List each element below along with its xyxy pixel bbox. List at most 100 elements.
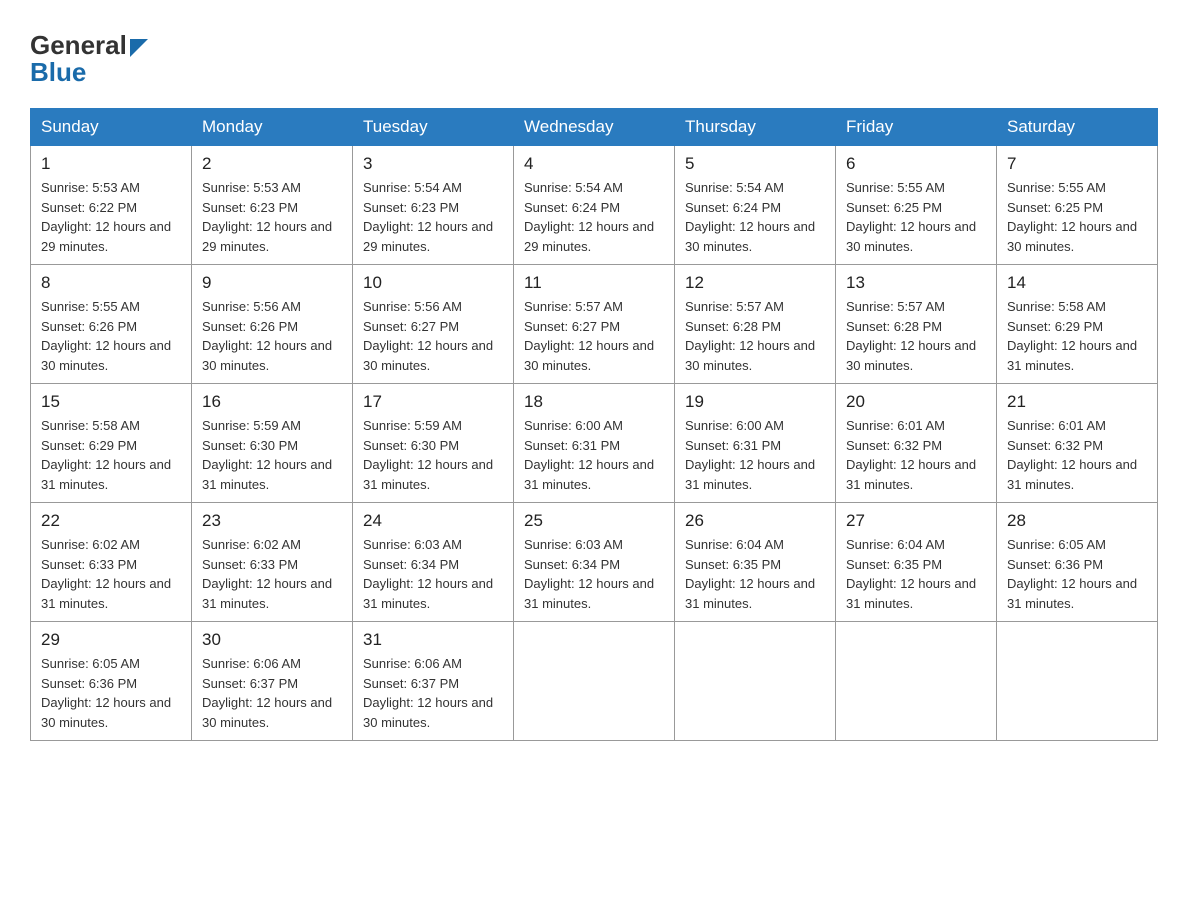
day-detail: Sunrise: 6:06 AM Sunset: 6:37 PM Dayligh… [363,654,503,732]
day-detail: Sunrise: 6:05 AM Sunset: 6:36 PM Dayligh… [1007,535,1147,613]
day-number: 31 [363,630,503,650]
logo-blue-text: Blue [30,57,86,87]
day-number: 16 [202,392,342,412]
calendar-cell: 21 Sunrise: 6:01 AM Sunset: 6:32 PM Dayl… [997,384,1158,503]
day-detail: Sunrise: 5:53 AM Sunset: 6:23 PM Dayligh… [202,178,342,256]
day-detail: Sunrise: 6:01 AM Sunset: 6:32 PM Dayligh… [846,416,986,494]
calendar-cell: 1 Sunrise: 5:53 AM Sunset: 6:22 PM Dayli… [31,146,192,265]
day-detail: Sunrise: 5:59 AM Sunset: 6:30 PM Dayligh… [202,416,342,494]
calendar-cell: 29 Sunrise: 6:05 AM Sunset: 6:36 PM Dayl… [31,622,192,741]
calendar-cell: 4 Sunrise: 5:54 AM Sunset: 6:24 PM Dayli… [514,146,675,265]
calendar-cell [514,622,675,741]
day-number: 22 [41,511,181,531]
calendar-cell: 23 Sunrise: 6:02 AM Sunset: 6:33 PM Dayl… [192,503,353,622]
day-number: 30 [202,630,342,650]
day-number: 23 [202,511,342,531]
calendar-cell: 2 Sunrise: 5:53 AM Sunset: 6:23 PM Dayli… [192,146,353,265]
calendar-week-5: 29 Sunrise: 6:05 AM Sunset: 6:36 PM Dayl… [31,622,1158,741]
day-detail: Sunrise: 5:54 AM Sunset: 6:24 PM Dayligh… [524,178,664,256]
day-number: 5 [685,154,825,174]
col-header-friday: Friday [836,109,997,146]
day-number: 2 [202,154,342,174]
day-number: 7 [1007,154,1147,174]
day-detail: Sunrise: 5:55 AM Sunset: 6:26 PM Dayligh… [41,297,181,375]
calendar-cell: 12 Sunrise: 5:57 AM Sunset: 6:28 PM Dayl… [675,265,836,384]
day-detail: Sunrise: 5:59 AM Sunset: 6:30 PM Dayligh… [363,416,503,494]
day-number: 15 [41,392,181,412]
day-detail: Sunrise: 5:55 AM Sunset: 6:25 PM Dayligh… [846,178,986,256]
day-detail: Sunrise: 6:06 AM Sunset: 6:37 PM Dayligh… [202,654,342,732]
calendar-cell: 10 Sunrise: 5:56 AM Sunset: 6:27 PM Dayl… [353,265,514,384]
calendar-cell: 8 Sunrise: 5:55 AM Sunset: 6:26 PM Dayli… [31,265,192,384]
day-number: 1 [41,154,181,174]
calendar-week-3: 15 Sunrise: 5:58 AM Sunset: 6:29 PM Dayl… [31,384,1158,503]
logo-arrow-icon [130,39,148,57]
day-number: 4 [524,154,664,174]
calendar-cell: 31 Sunrise: 6:06 AM Sunset: 6:37 PM Dayl… [353,622,514,741]
calendar-cell: 19 Sunrise: 6:00 AM Sunset: 6:31 PM Dayl… [675,384,836,503]
day-detail: Sunrise: 6:03 AM Sunset: 6:34 PM Dayligh… [524,535,664,613]
day-number: 20 [846,392,986,412]
day-detail: Sunrise: 6:00 AM Sunset: 6:31 PM Dayligh… [685,416,825,494]
calendar-cell: 25 Sunrise: 6:03 AM Sunset: 6:34 PM Dayl… [514,503,675,622]
col-header-wednesday: Wednesday [514,109,675,146]
calendar-cell [675,622,836,741]
day-detail: Sunrise: 5:58 AM Sunset: 6:29 PM Dayligh… [41,416,181,494]
day-number: 13 [846,273,986,293]
day-detail: Sunrise: 5:56 AM Sunset: 6:27 PM Dayligh… [363,297,503,375]
calendar-cell: 17 Sunrise: 5:59 AM Sunset: 6:30 PM Dayl… [353,384,514,503]
calendar-cell: 16 Sunrise: 5:59 AM Sunset: 6:30 PM Dayl… [192,384,353,503]
day-detail: Sunrise: 6:02 AM Sunset: 6:33 PM Dayligh… [41,535,181,613]
col-header-sunday: Sunday [31,109,192,146]
calendar-header-row: SundayMondayTuesdayWednesdayThursdayFrid… [31,109,1158,146]
day-number: 29 [41,630,181,650]
calendar-cell: 13 Sunrise: 5:57 AM Sunset: 6:28 PM Dayl… [836,265,997,384]
calendar-cell: 18 Sunrise: 6:00 AM Sunset: 6:31 PM Dayl… [514,384,675,503]
day-detail: Sunrise: 6:03 AM Sunset: 6:34 PM Dayligh… [363,535,503,613]
day-number: 8 [41,273,181,293]
calendar-cell: 9 Sunrise: 5:56 AM Sunset: 6:26 PM Dayli… [192,265,353,384]
day-number: 9 [202,273,342,293]
day-number: 10 [363,273,503,293]
calendar-cell: 15 Sunrise: 5:58 AM Sunset: 6:29 PM Dayl… [31,384,192,503]
day-number: 26 [685,511,825,531]
calendar-cell: 24 Sunrise: 6:03 AM Sunset: 6:34 PM Dayl… [353,503,514,622]
day-detail: Sunrise: 5:55 AM Sunset: 6:25 PM Dayligh… [1007,178,1147,256]
day-number: 21 [1007,392,1147,412]
calendar-cell: 6 Sunrise: 5:55 AM Sunset: 6:25 PM Dayli… [836,146,997,265]
col-header-monday: Monday [192,109,353,146]
day-number: 24 [363,511,503,531]
day-detail: Sunrise: 5:57 AM Sunset: 6:28 PM Dayligh… [846,297,986,375]
day-detail: Sunrise: 6:00 AM Sunset: 6:31 PM Dayligh… [524,416,664,494]
day-number: 28 [1007,511,1147,531]
day-number: 3 [363,154,503,174]
calendar-table: SundayMondayTuesdayWednesdayThursdayFrid… [30,108,1158,741]
day-detail: Sunrise: 5:57 AM Sunset: 6:28 PM Dayligh… [685,297,825,375]
calendar-cell: 14 Sunrise: 5:58 AM Sunset: 6:29 PM Dayl… [997,265,1158,384]
day-detail: Sunrise: 5:54 AM Sunset: 6:23 PM Dayligh… [363,178,503,256]
day-number: 12 [685,273,825,293]
col-header-tuesday: Tuesday [353,109,514,146]
day-number: 18 [524,392,664,412]
day-number: 25 [524,511,664,531]
day-detail: Sunrise: 5:53 AM Sunset: 6:22 PM Dayligh… [41,178,181,256]
day-detail: Sunrise: 6:04 AM Sunset: 6:35 PM Dayligh… [685,535,825,613]
day-number: 11 [524,273,664,293]
day-detail: Sunrise: 5:54 AM Sunset: 6:24 PM Dayligh… [685,178,825,256]
day-detail: Sunrise: 6:04 AM Sunset: 6:35 PM Dayligh… [846,535,986,613]
calendar-cell: 20 Sunrise: 6:01 AM Sunset: 6:32 PM Dayl… [836,384,997,503]
calendar-cell [836,622,997,741]
calendar-cell: 28 Sunrise: 6:05 AM Sunset: 6:36 PM Dayl… [997,503,1158,622]
day-number: 19 [685,392,825,412]
calendar-cell: 30 Sunrise: 6:06 AM Sunset: 6:37 PM Dayl… [192,622,353,741]
calendar-week-1: 1 Sunrise: 5:53 AM Sunset: 6:22 PM Dayli… [31,146,1158,265]
day-number: 6 [846,154,986,174]
day-detail: Sunrise: 5:58 AM Sunset: 6:29 PM Dayligh… [1007,297,1147,375]
day-number: 27 [846,511,986,531]
calendar-cell [997,622,1158,741]
calendar-cell: 27 Sunrise: 6:04 AM Sunset: 6:35 PM Dayl… [836,503,997,622]
day-detail: Sunrise: 6:05 AM Sunset: 6:36 PM Dayligh… [41,654,181,732]
col-header-saturday: Saturday [997,109,1158,146]
day-detail: Sunrise: 6:02 AM Sunset: 6:33 PM Dayligh… [202,535,342,613]
page-header: General Blue [30,30,1158,88]
